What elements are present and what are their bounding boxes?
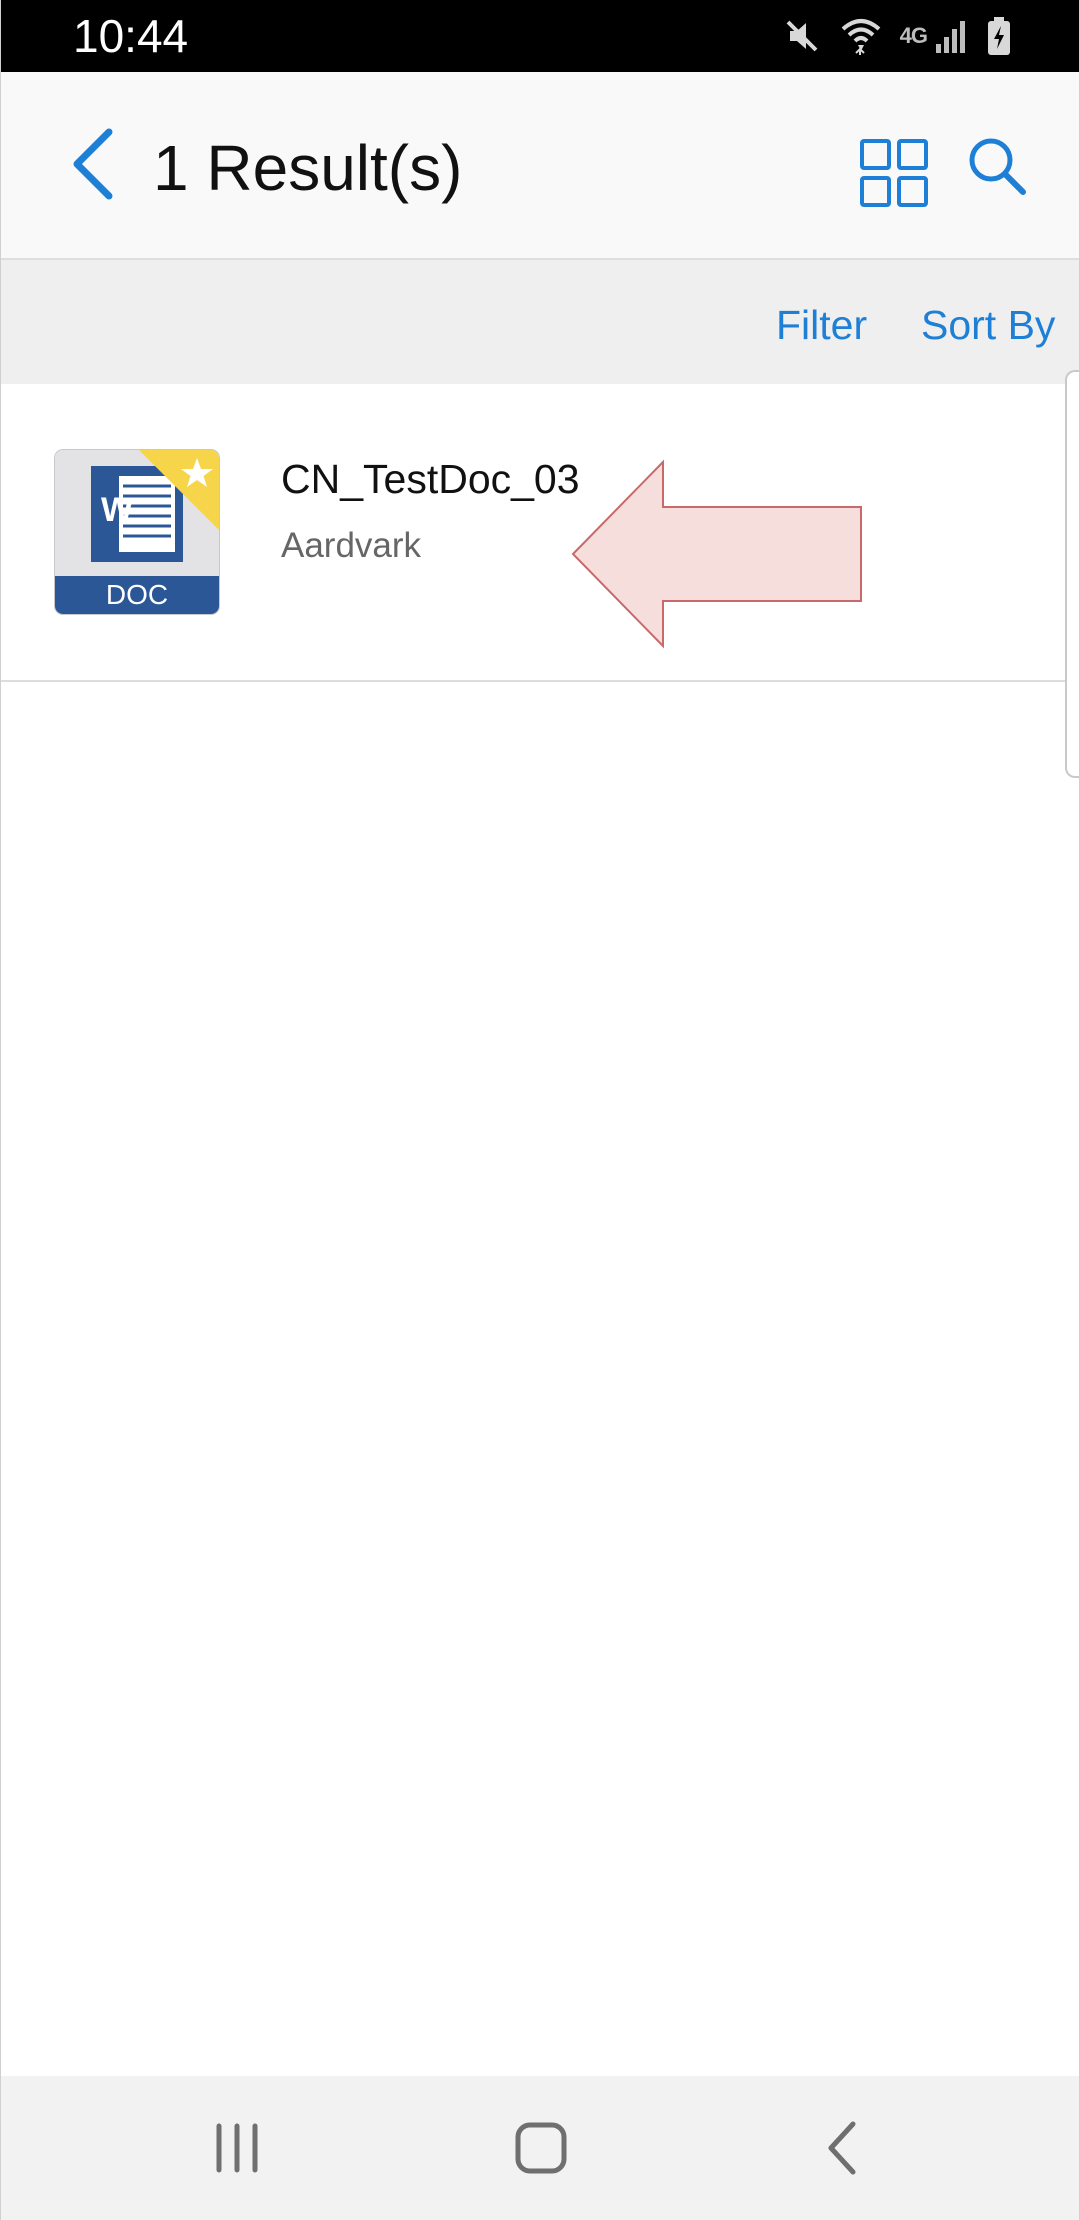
app-bar: 1 Result(s) xyxy=(1,72,1079,260)
nav-back-button[interactable] xyxy=(803,2112,883,2184)
battery-charging-icon xyxy=(987,16,1011,56)
home-icon xyxy=(515,2122,567,2174)
wifi-icon xyxy=(840,15,882,57)
mute-icon xyxy=(782,16,822,56)
filter-bar: Filter Sort By xyxy=(1,260,1079,384)
screen: 10:44 4G 1 Result(s) Filter Sort By W DO… xyxy=(0,0,1080,2220)
recents-icon xyxy=(216,2123,258,2173)
back-arrow-icon xyxy=(73,128,113,200)
status-bar: 10:44 4G xyxy=(1,0,1079,72)
back-button[interactable] xyxy=(63,124,133,204)
grid-view-button[interactable] xyxy=(859,138,929,208)
recents-button[interactable] xyxy=(197,2112,277,2184)
network-type-label: 4G xyxy=(899,23,928,48)
sort-by-button[interactable]: Sort By xyxy=(921,300,1055,350)
annotation-arrow-icon xyxy=(571,459,862,649)
doc-letter: W xyxy=(101,491,134,529)
doc-file-icon: W DOC xyxy=(55,450,219,614)
status-time: 10:44 xyxy=(73,10,189,62)
file-owner: Aardvark xyxy=(281,526,422,565)
list-item[interactable]: W DOC CN_TestDoc_03 Aardvark xyxy=(1,384,1065,682)
search-button[interactable] xyxy=(965,134,1029,198)
home-button[interactable] xyxy=(501,2112,581,2184)
signal-icon xyxy=(935,18,969,54)
grid-view-icon xyxy=(860,139,928,207)
navigation-bar xyxy=(1,2076,1079,2220)
status-icons: 4G xyxy=(782,14,1011,58)
filter-button[interactable]: Filter xyxy=(776,300,867,350)
doc-type-label: DOC xyxy=(105,579,169,610)
file-name: CN_TestDoc_03 xyxy=(281,456,580,502)
nav-back-icon xyxy=(828,2121,856,2175)
scroll-indicator[interactable] xyxy=(1065,370,1079,778)
search-icon xyxy=(969,138,1026,195)
page-title: 1 Result(s) xyxy=(153,132,463,204)
